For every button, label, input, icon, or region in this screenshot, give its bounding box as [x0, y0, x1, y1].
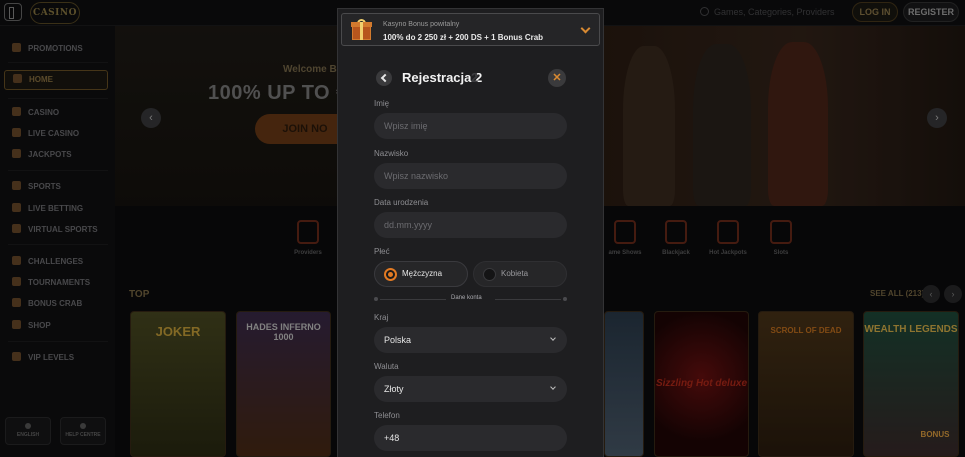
- country-select[interactable]: Polska: [374, 327, 567, 353]
- currency-select[interactable]: Złoty: [374, 376, 567, 402]
- last-name-label: Nazwisko: [374, 149, 409, 158]
- casino-app: CASINO Games, Categories, Providers LOG …: [0, 0, 965, 457]
- gender-male-radio[interactable]: Mężczyzna: [374, 261, 468, 287]
- gift-icon: [351, 19, 372, 40]
- currency-label: Waluta: [374, 362, 399, 371]
- phone-input[interactable]: +48: [374, 425, 567, 451]
- bonus-subtitle: Kasyno Bonus powitalny: [383, 21, 460, 28]
- country-label: Kraj: [374, 313, 389, 322]
- bonus-title: 100% do 2 250 zł + 200 DS + 1 Bonus Crab: [383, 33, 544, 42]
- chevron-down-icon: [550, 384, 556, 390]
- birth-date-input[interactable]: [374, 212, 567, 238]
- account-data-divider: Dane konta: [374, 295, 567, 303]
- phone-label: Telefon: [374, 411, 400, 420]
- close-button[interactable]: ✕: [548, 69, 566, 87]
- first-name-label: Imię: [374, 99, 390, 108]
- chevron-down-icon: [550, 335, 556, 341]
- back-button[interactable]: [376, 70, 392, 86]
- welcome-bonus-selector[interactable]: Kasyno Bonus powitalny 100% do 2 250 zł …: [341, 13, 600, 46]
- gender-female-radio[interactable]: Kobieta: [473, 261, 567, 287]
- gender-label: Płeć: [374, 247, 390, 256]
- last-name-input[interactable]: [374, 163, 567, 189]
- section-title: Dane konta: [451, 295, 482, 301]
- registration-modal: Kasyno Bonus powitalny 100% do 2 250 zł …: [337, 8, 604, 457]
- chevron-down-icon: [580, 23, 591, 34]
- step-indicator: 2: [471, 70, 479, 85]
- first-name-input[interactable]: [374, 113, 567, 139]
- radio-unselected-icon: [483, 268, 496, 281]
- radio-selected-icon: [384, 268, 397, 281]
- birth-date-label: Data urodzenia: [374, 198, 429, 207]
